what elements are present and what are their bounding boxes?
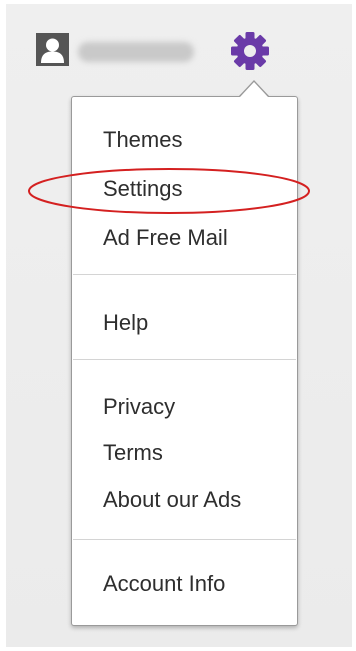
settings-dropdown-menu: Themes Settings Ad Free Mail Help Privac… — [71, 96, 298, 626]
menu-item-themes[interactable]: Themes — [103, 126, 182, 154]
menu-divider — [73, 539, 296, 540]
menu-divider — [73, 359, 296, 360]
menu-divider — [73, 274, 296, 275]
menu-caret — [240, 82, 268, 97]
avatar[interactable] — [36, 33, 69, 66]
user-silhouette-icon — [41, 38, 64, 63]
settings-gear-button[interactable] — [229, 30, 271, 72]
menu-item-terms[interactable]: Terms — [103, 439, 163, 467]
menu-item-account-info[interactable]: Account Info — [103, 570, 225, 598]
gear-icon — [231, 32, 269, 70]
username-blurred[interactable] — [78, 42, 194, 62]
menu-item-settings[interactable]: Settings — [103, 175, 183, 203]
menu-item-ad-free-mail[interactable]: Ad Free Mail — [103, 224, 228, 252]
menu-item-privacy[interactable]: Privacy — [103, 393, 175, 421]
menu-item-help[interactable]: Help — [103, 309, 148, 337]
menu-item-about-our-ads[interactable]: About our Ads — [103, 486, 241, 514]
